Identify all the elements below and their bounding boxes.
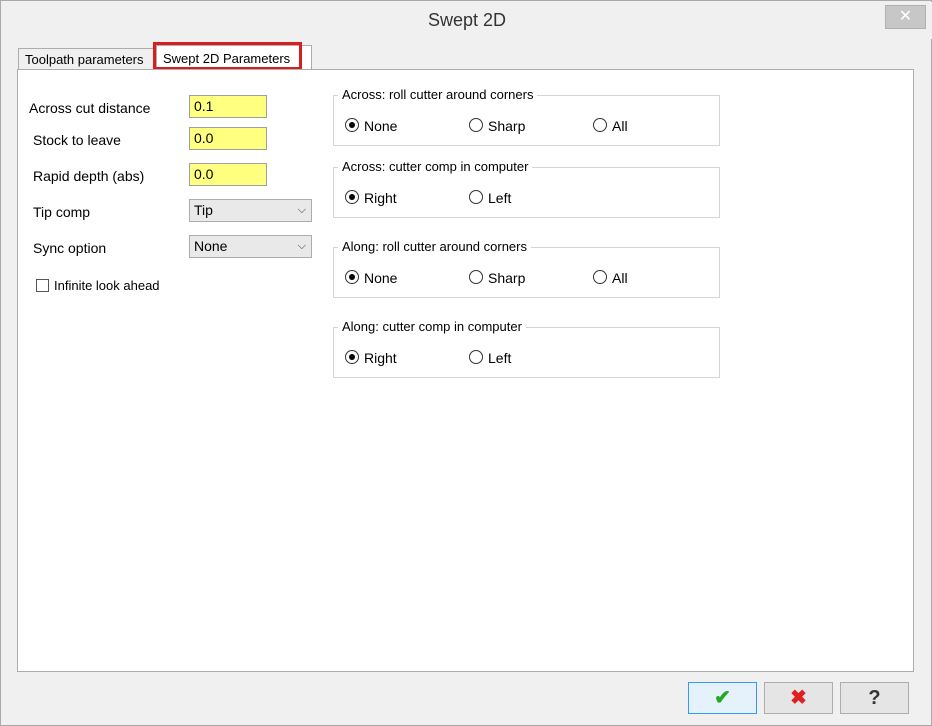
radio-label: Left [488,190,512,206]
radio-checked-icon [345,118,359,132]
group-title: Across: roll cutter around corners [338,87,538,102]
radio-label: None [364,270,398,286]
tip-comp-label: Tip comp [33,204,91,220]
radio-checked-icon [345,350,359,364]
cancel-button[interactable]: ✖ [764,682,833,714]
checkmark-icon: ✔ [714,687,731,709]
radio-unchecked-icon [469,270,483,284]
stock-to-leave-input[interactable]: 0.0 [189,127,267,150]
title-bar: Swept 2D ✕ [2,2,932,39]
close-button[interactable]: ✕ [885,5,926,29]
radio-label: All [612,118,628,134]
ok-button[interactable]: ✔ [688,682,757,714]
stock-to-leave-label: Stock to leave [33,132,121,148]
tab-swept-2d-parameters[interactable]: Swept 2D Parameters [156,45,312,71]
group-title: Across: cutter comp in computer [338,159,533,174]
across-roll-cutter-group: Across: roll cutter around corners None … [333,87,720,146]
x-icon: ✖ [790,687,807,709]
tip-comp-value: Tip [194,202,213,218]
radio-unchecked-icon [469,118,483,132]
radio-unchecked-icon [469,350,483,364]
chevron-down-icon: ⌵ [297,204,306,216]
across-cut-distance-input[interactable]: 0.1 [189,95,267,118]
radio-checked-icon [345,190,359,204]
radio-label: Sharp [488,270,526,286]
radio-label: All [612,270,628,286]
infinite-look-ahead-checkbox[interactable] [36,279,49,292]
along-cutter-comp-group: Along: cutter comp in computer Right Lef… [333,319,720,378]
radio-label: Left [488,350,512,366]
group-title: Along: roll cutter around corners [338,239,531,254]
tip-comp-select[interactable]: Tip ⌵ [189,199,312,222]
across-cut-distance-label: Across cut distance [29,100,151,116]
help-button[interactable]: ? [840,682,909,714]
along-roll-cutter-group: Along: roll cutter around corners None S… [333,239,720,298]
radio-unchecked-icon [593,118,607,132]
infinite-look-ahead-label: Infinite look ahead [54,278,160,293]
across-cutter-comp-group: Across: cutter comp in computer Right Le… [333,159,720,218]
group-title: Along: cutter comp in computer [338,319,526,334]
question-icon: ? [868,687,881,709]
close-icon: ✕ [898,8,913,25]
tab-toolpath-parameters[interactable]: Toolpath parameters [18,48,171,71]
rapid-depth-input[interactable]: 0.0 [189,163,267,186]
sync-option-label: Sync option [33,240,107,256]
radio-checked-icon [345,270,359,284]
radio-label: Right [364,350,397,366]
sync-option-value: None [194,238,228,254]
radio-label: None [364,118,398,134]
rapid-depth-label: Rapid depth (abs) [33,168,145,184]
chevron-down-icon: ⌵ [297,240,306,252]
radio-label: Sharp [488,118,526,134]
radio-label: Right [364,190,397,206]
window-title: Swept 2D [427,10,507,30]
sync-option-select[interactable]: None ⌵ [189,235,312,258]
radio-unchecked-icon [469,190,483,204]
radio-unchecked-icon [593,270,607,284]
